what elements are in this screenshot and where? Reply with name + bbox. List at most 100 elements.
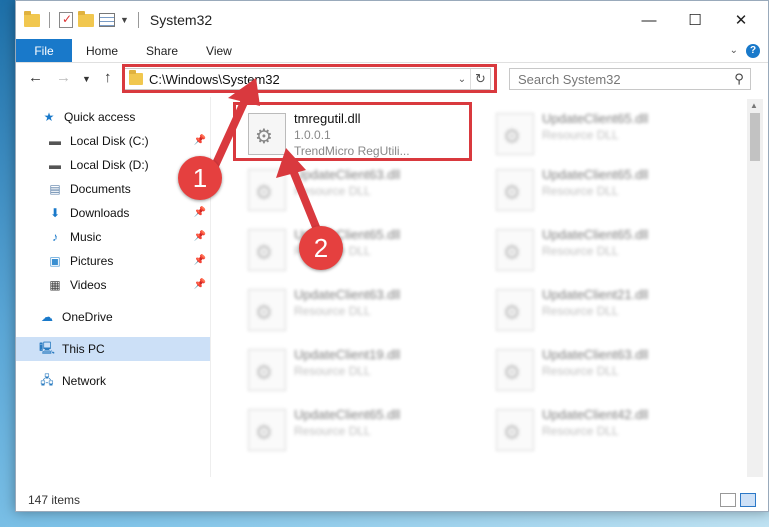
close-button[interactable]: ✕ xyxy=(718,1,764,39)
file-item[interactable]: UpdateClient65.dllResource DLL xyxy=(238,401,478,457)
file-description: TrendMicro RegUtili... xyxy=(294,144,410,158)
up-arrow-icon[interactable]: ↑ xyxy=(104,69,112,86)
file-item[interactable]: UpdateClient21.dll Resource DLL xyxy=(486,281,726,337)
file-name: UpdateClient65.dll xyxy=(542,227,649,242)
drive-icon: ▬ xyxy=(49,158,61,172)
dll-file-icon xyxy=(248,289,286,331)
sidebar-item-local-disk-c[interactable]: ▬ Local Disk (C:) 📌 xyxy=(16,129,210,153)
scroll-up-icon[interactable]: ▲ xyxy=(750,101,758,110)
file-item[interactable]: UpdateClient63.dll Resource DLL xyxy=(238,161,478,217)
status-bar: 147 items xyxy=(16,489,768,511)
sidebar-item-label: Local Disk (D:) xyxy=(70,158,149,172)
pin-icon[interactable]: 📌 xyxy=(194,279,206,290)
file-item[interactable]: UpdateClient65.dllResource DLL xyxy=(486,161,726,217)
file-type: Resource DLL xyxy=(542,244,619,258)
recent-locations-chevron-icon[interactable]: ▼ xyxy=(82,74,91,84)
file-item[interactable]: UpdateClient42.dll Resource DLL xyxy=(486,401,726,457)
sidebar-item-label: Videos xyxy=(70,278,107,292)
dll-file-icon xyxy=(248,113,286,155)
file-item[interactable]: UpdateClient63.dll Resource DLL xyxy=(486,341,726,397)
tab-file[interactable]: File xyxy=(16,39,72,62)
star-icon: ★ xyxy=(43,110,55,124)
sidebar-item-pictures[interactable]: ▣ Pictures 📌 xyxy=(16,249,210,273)
refresh-icon[interactable]: ↻ xyxy=(470,69,490,89)
pin-icon[interactable]: 📌 xyxy=(194,207,206,218)
sidebar-item-label: Documents xyxy=(70,182,131,196)
drive-icon: ▬ xyxy=(49,134,61,148)
properties-check-icon[interactable] xyxy=(59,12,73,28)
dll-file-icon xyxy=(248,349,286,391)
file-name: UpdateClient63.dll xyxy=(294,167,401,182)
sidebar-item-label: OneDrive xyxy=(62,310,113,324)
dll-file-icon xyxy=(496,409,534,451)
details-view-icon[interactable] xyxy=(720,493,736,507)
navigation-pane: ★ Quick access ▬ Local Disk (C:) 📌 ▬ Loc… xyxy=(16,99,210,477)
new-folder-icon[interactable] xyxy=(78,10,94,27)
folder-icon[interactable] xyxy=(24,10,40,27)
ribbon-tabs: File Home Share View ⌄ ? xyxy=(16,39,768,63)
dll-file-icon xyxy=(496,169,534,211)
file-type: Resource DLL xyxy=(542,364,619,378)
maximize-button[interactable]: ☐ xyxy=(672,1,718,39)
large-icons-view-icon[interactable] xyxy=(740,493,756,507)
download-icon: ⬇ xyxy=(49,206,61,220)
sidebar-item-videos[interactable]: ▦ Videos 📌 xyxy=(16,273,210,297)
tab-share[interactable]: Share xyxy=(132,39,192,62)
file-item[interactable]: UpdateClient63.dll Resource DLL xyxy=(238,281,478,337)
file-name: UpdateClient65.dll xyxy=(542,167,649,182)
dll-file-icon xyxy=(496,349,534,391)
dll-file-icon xyxy=(248,409,286,451)
file-name: UpdateClient42.dll xyxy=(542,407,649,422)
back-arrow-icon[interactable]: ← xyxy=(28,69,43,86)
forward-arrow-icon[interactable]: → xyxy=(56,69,71,86)
scrollbar-thumb[interactable] xyxy=(750,113,760,161)
file-item[interactable]: UpdateClient19.dll Resource DLL xyxy=(238,341,478,397)
sidebar-item-quick-access[interactable]: ★ Quick access xyxy=(16,105,210,129)
sidebar-item-label: Quick access xyxy=(64,110,136,124)
sidebar-item-downloads[interactable]: ⬇ Downloads 📌 xyxy=(16,201,210,225)
file-type: Resource DLL xyxy=(294,184,371,198)
documents-icon: ▤ xyxy=(49,182,61,196)
sidebar-item-label: Downloads xyxy=(70,206,130,220)
file-item[interactable]: UpdateClient65.dllResource DLL xyxy=(238,221,478,277)
pictures-icon: ▣ xyxy=(49,254,61,268)
file-type: Resource DLL xyxy=(294,424,371,438)
tab-home[interactable]: Home xyxy=(72,39,132,62)
file-type: Resource DLL xyxy=(542,128,619,142)
videos-icon: ▦ xyxy=(49,278,61,292)
pane-divider[interactable] xyxy=(210,97,211,477)
search-icon[interactable]: ⚲ xyxy=(728,71,750,87)
sidebar-item-network[interactable]: 🖧 Network xyxy=(16,369,210,393)
file-item[interactable]: UpdateClient65.dll Resource DLL xyxy=(486,221,726,277)
customize-toolbar-chevron-icon[interactable]: ▼ xyxy=(120,15,129,25)
navigation-bar: ← → ▼ ↑ C:\Windows\System32 ⌄ ↻ ⚲ xyxy=(16,63,768,95)
search-box[interactable]: ⚲ xyxy=(509,68,751,90)
address-dropdown-chevron-icon[interactable]: ⌄ xyxy=(454,74,470,85)
pin-icon[interactable]: 📌 xyxy=(194,255,206,266)
address-bar[interactable]: C:\Windows\System32 ⌄ ↻ xyxy=(124,68,491,90)
expand-ribbon-chevron-icon[interactable]: ⌄ xyxy=(730,45,738,56)
pin-icon[interactable]: 📌 xyxy=(194,231,206,242)
file-item[interactable]: UpdateClient65.dll Resource DLL xyxy=(486,105,726,161)
address-text[interactable]: C:\Windows\System32 xyxy=(149,72,454,87)
divider xyxy=(49,12,50,28)
tab-view[interactable]: View xyxy=(192,39,246,62)
file-name: tmregutil.dll xyxy=(294,111,361,126)
search-input[interactable] xyxy=(510,71,728,87)
vertical-scrollbar[interactable]: ▲ xyxy=(747,99,763,477)
dll-file-icon xyxy=(248,229,286,271)
help-icon[interactable]: ? xyxy=(746,43,760,58)
sidebar-item-this-pc[interactable]: 🖳 This PC xyxy=(16,337,210,361)
window-title: System32 xyxy=(149,12,213,28)
network-icon: 🖧 xyxy=(40,372,54,387)
properties-icon[interactable] xyxy=(99,13,115,27)
computer-icon: 🖳 xyxy=(39,340,56,355)
sidebar-item-onedrive[interactable]: ☁ OneDrive xyxy=(16,305,210,329)
file-name: UpdateClient65.dll xyxy=(542,111,649,126)
sidebar-item-music[interactable]: ♪ Music 📌 xyxy=(16,225,210,249)
file-item-tmregutil[interactable]: tmregutil.dll 1.0.0.1 TrendMicro RegUtil… xyxy=(238,105,478,161)
pin-icon[interactable]: 📌 xyxy=(194,135,206,146)
divider xyxy=(137,12,139,28)
file-name: UpdateClient63.dll xyxy=(542,347,649,362)
minimize-button[interactable]: — xyxy=(626,1,672,39)
